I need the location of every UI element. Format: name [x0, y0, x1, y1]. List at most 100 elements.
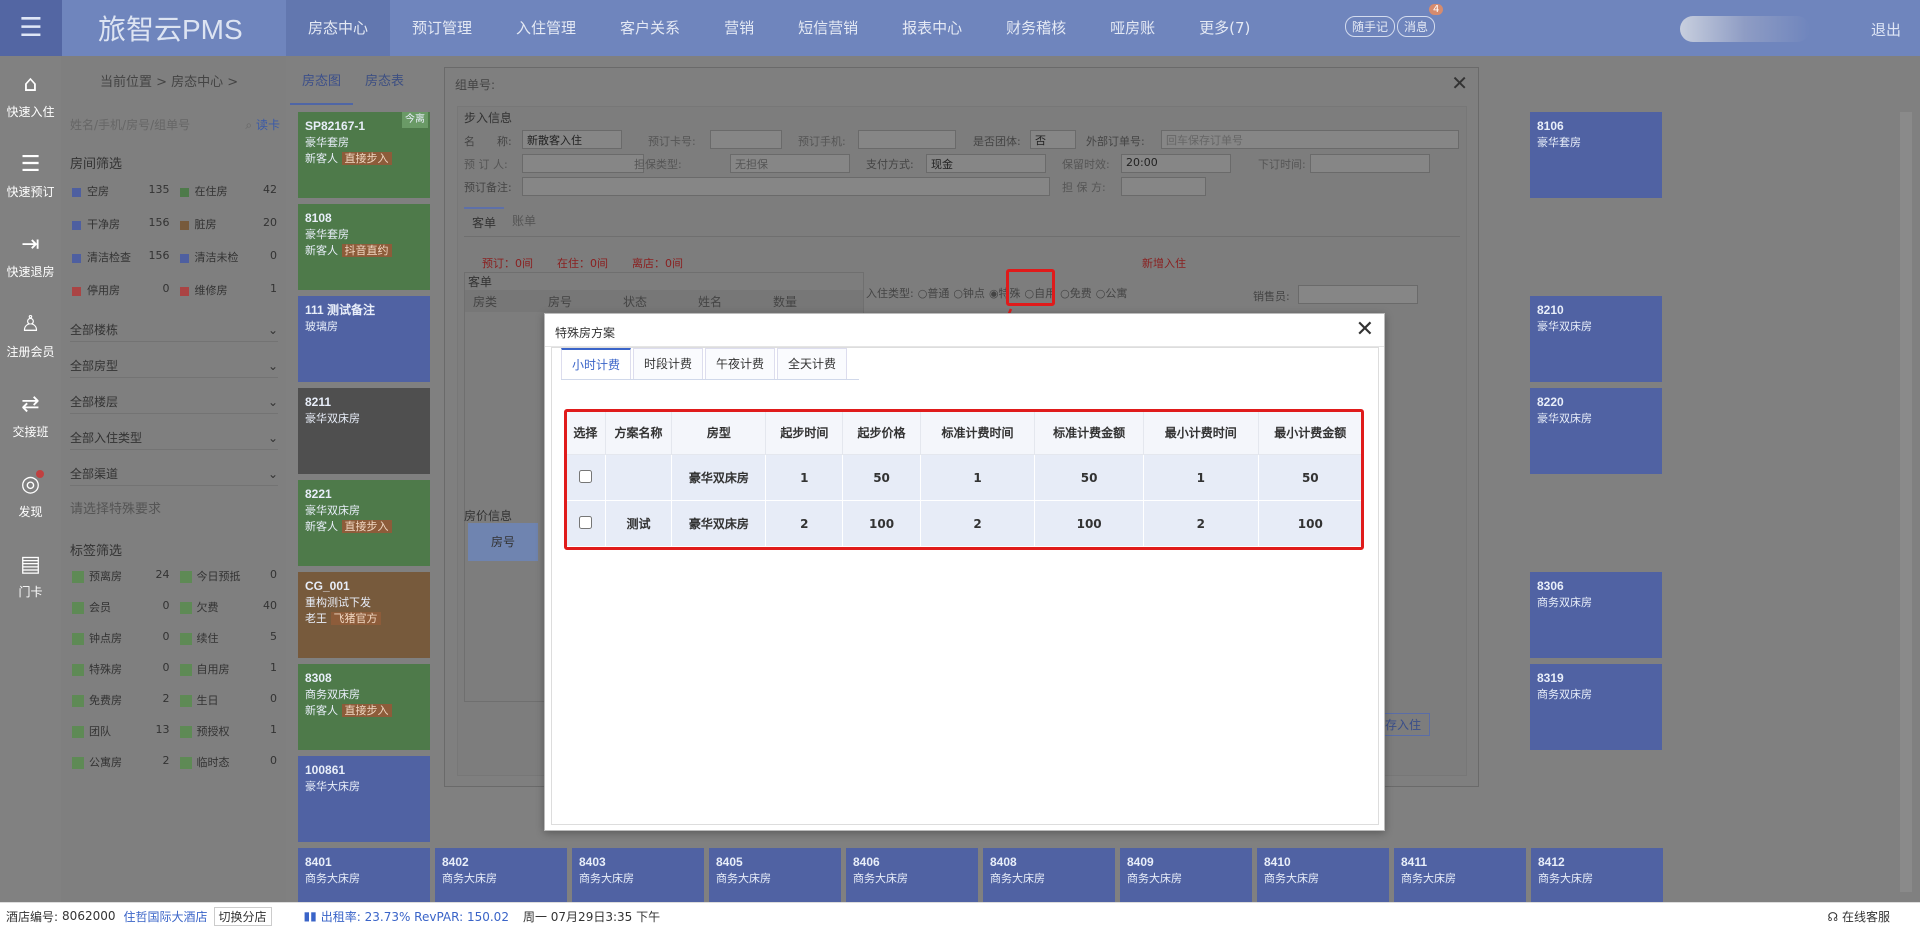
new-checkin-link[interactable]: 新增入住	[1142, 255, 1186, 271]
room-card[interactable]: 8306 商务双床房	[1530, 572, 1662, 658]
billing-tab[interactable]: 全天计费	[777, 348, 848, 379]
sidebar-item[interactable]: ⇄ 交接班	[0, 376, 61, 456]
name-field[interactable]: 新散客入住	[522, 130, 622, 149]
filter-select[interactable]: 全部楼栋 ⌄	[70, 318, 278, 342]
search-icon[interactable]: ⌕	[245, 118, 252, 132]
checkin-type-radio[interactable]: ○公寓	[1096, 285, 1128, 301]
room-card[interactable]: 8210 豪华双床房	[1530, 296, 1662, 382]
filter-select[interactable]: 全部楼层 ⌄	[70, 390, 278, 414]
room-card[interactable]: 8221 豪华双床房 新客人 直接步入	[298, 480, 430, 566]
switch-branch-button[interactable]: 切换分店	[213, 906, 272, 926]
billing-tab[interactable]: 小时计费	[561, 348, 632, 379]
status-stat[interactable]: 脏房 20	[179, 216, 277, 232]
close-icon[interactable]: ✕	[1451, 71, 1468, 95]
tag-filter[interactable]: 团队 13	[72, 723, 170, 739]
filter-select[interactable]: 全部入住类型 ⌄	[70, 426, 278, 450]
nav-item[interactable]: 预订管理	[390, 0, 494, 56]
tag-filter[interactable]: 欠费 40	[179, 599, 277, 615]
nav-item[interactable]: 财务稽核	[984, 0, 1088, 56]
remark-field[interactable]	[522, 177, 1050, 196]
logout-link[interactable]: 退出	[1871, 19, 1901, 40]
menu-toggle-icon[interactable]: ☰	[0, 0, 62, 56]
status-stat[interactable]: 干净房 156	[72, 216, 170, 232]
order-time-field[interactable]	[1310, 154, 1430, 173]
nav-item[interactable]: 更多(7)	[1177, 0, 1272, 56]
special-request-select[interactable]: 请选择特殊要求	[70, 498, 161, 517]
room-card[interactable]: 8211 豪华双床房	[298, 388, 430, 474]
user-avatar[interactable]	[1680, 16, 1810, 42]
tag-filter[interactable]: 自用房 1	[179, 661, 277, 677]
checkin-type-radio[interactable]: ○免费	[1060, 285, 1092, 301]
guarantee-select[interactable]: 无担保	[730, 154, 850, 173]
stat-label: 干净房	[72, 216, 120, 232]
tag-filter[interactable]: 临时态 0	[179, 754, 277, 770]
room-card[interactable]: 111 测试备注 玻璃房	[298, 296, 430, 382]
tab-guest[interactable]: 客单	[464, 207, 505, 236]
messages-button[interactable]: 消息	[1397, 16, 1436, 37]
online-service-link[interactable]: ☊ 在线客服	[1827, 908, 1890, 925]
nav-item[interactable]: 报表中心	[880, 0, 984, 56]
tab-bill[interactable]: 账单	[504, 207, 544, 236]
status-stat[interactable]: 清洁检查 156	[72, 249, 170, 265]
pay-select[interactable]: 现金	[926, 154, 1046, 173]
nav-item[interactable]: 营销	[702, 0, 776, 56]
checkin-type-radio[interactable]: ○钟点	[953, 285, 985, 301]
tag-filter[interactable]: 今日预抵 0	[179, 568, 277, 584]
room-card[interactable]: 8319 商务双床房	[1530, 664, 1662, 750]
tag-filter[interactable]: 钟点房 0	[72, 630, 170, 646]
tag-label: 预授权	[179, 723, 230, 739]
tag-filter[interactable]: 生日 0	[179, 692, 277, 708]
filter-select[interactable]: 全部渠道 ⌄	[70, 462, 278, 486]
billing-tab[interactable]: 时段计费	[633, 348, 704, 379]
room-card[interactable]: 8308 商务双床房 新客人 直接步入	[298, 664, 430, 750]
nav-item[interactable]: 哑房账	[1088, 0, 1177, 56]
tag-filter[interactable]: 免费房 2	[72, 692, 170, 708]
checkin-type-radio[interactable]: ○普通	[918, 285, 950, 301]
close-icon[interactable]: ✕	[1356, 317, 1374, 342]
keep-time-field[interactable]: 20:00	[1121, 154, 1231, 173]
ext-order-field[interactable]: 回车保存订单号	[1161, 130, 1459, 149]
group-select[interactable]: 否	[1030, 130, 1076, 149]
read-card-button[interactable]: 读卡	[256, 118, 280, 132]
guarantor-field[interactable]	[1121, 177, 1206, 196]
tag-filter[interactable]: 公寓房 2	[72, 754, 170, 770]
status-stat[interactable]: 在住房 42	[179, 183, 277, 199]
room-card[interactable]: 8220 豪华双床房	[1530, 388, 1662, 474]
room-card[interactable]: SP82167-1 豪华套房 新客人 直接步入 今离	[298, 112, 430, 198]
view-tab[interactable]: 房态表	[353, 56, 416, 105]
tag-filter[interactable]: 预离房 24	[72, 568, 170, 584]
sidebar-item[interactable]: ☰ 快速预订	[0, 136, 61, 216]
status-stat[interactable]: 维修房 1	[179, 282, 277, 298]
status-stat[interactable]: 空房 135	[72, 183, 170, 199]
booker-field[interactable]	[522, 154, 644, 173]
sidebar-item[interactable]: ⇥ 快速退房	[0, 216, 61, 296]
sidebar-item[interactable]: ▤ 门卡	[0, 536, 61, 616]
notes-button[interactable]: 随手记	[1345, 16, 1396, 37]
tag-filter[interactable]: 续住 5	[179, 630, 277, 646]
status-stat[interactable]: 清洁未检 0	[179, 249, 277, 265]
scrollbar[interactable]	[1900, 112, 1912, 892]
room-card[interactable]: CG_001 重构测试下发 老王 飞猪官方	[298, 572, 430, 658]
room-search-input[interactable]: 姓名/手机/房号/组单号 ⌕ 读卡	[70, 116, 280, 138]
phone-field[interactable]	[858, 130, 956, 149]
nav-item[interactable]: 客户关系	[598, 0, 702, 56]
tag-filter[interactable]: 会员 0	[72, 599, 170, 615]
status-stat[interactable]: 停用房 0	[72, 282, 170, 298]
tag-filter[interactable]: 特殊房 0	[72, 661, 170, 677]
nav-item[interactable]: 短信营销	[776, 0, 880, 56]
tag-filter[interactable]: 预授权 1	[179, 723, 277, 739]
sidebar-item[interactable]: ⌂ 快速入住	[0, 56, 61, 136]
sidebar-item[interactable]: ◎ 发现	[0, 456, 61, 536]
card-field[interactable]	[710, 130, 782, 149]
filter-select[interactable]: 全部房型 ⌄	[70, 354, 278, 378]
billing-tab[interactable]: 午夜计费	[705, 348, 776, 379]
room-card[interactable]: 100861 豪华大床房	[298, 756, 430, 842]
view-tab[interactable]: 房态图	[290, 56, 354, 105]
room-card[interactable]: 8106 豪华套房	[1530, 112, 1662, 198]
room-card[interactable]: 8108 豪华套房 新客人 抖音直约	[298, 204, 430, 290]
nav-item[interactable]: 入住管理	[494, 0, 598, 56]
hotel-name-link[interactable]: 住哲国际大酒店	[124, 908, 208, 925]
sales-field[interactable]	[1298, 285, 1418, 304]
nav-item[interactable]: 房态中心	[286, 0, 391, 56]
sidebar-item[interactable]: ♙ 注册会员	[0, 296, 61, 376]
